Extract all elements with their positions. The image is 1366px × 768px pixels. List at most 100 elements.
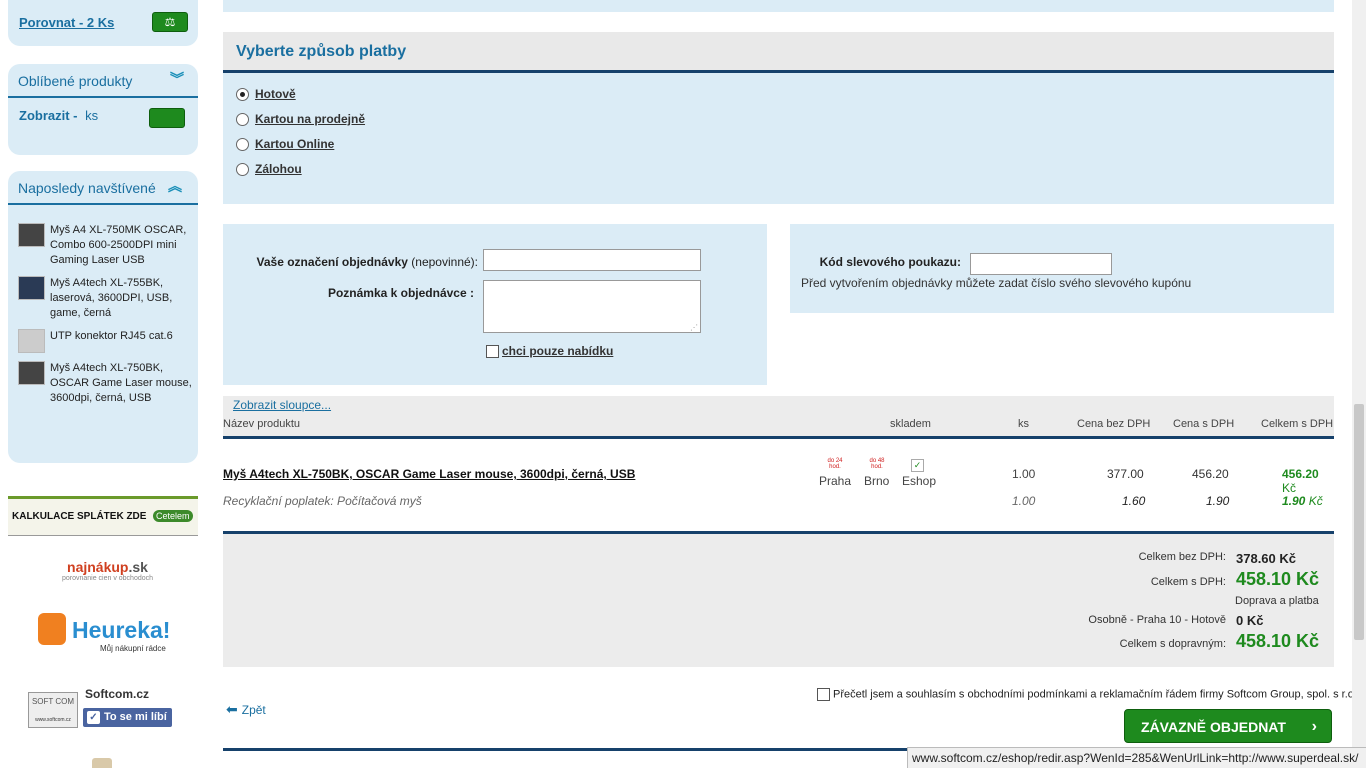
radio[interactable] — [236, 138, 249, 152]
radio-selected[interactable] — [236, 88, 249, 102]
recent-item-label: Myš A4 XL-750MK OSCAR, Combo 600-2500DPI… — [50, 224, 187, 266]
resize-handle-icon[interactable]: ⋰ — [690, 323, 698, 332]
product-qty: 1.00 — [1012, 467, 1036, 481]
payment-option-label[interactable]: Zálohou — [255, 162, 302, 176]
payment-option-zaloha[interactable]: Zálohou — [236, 162, 302, 182]
col-qty: ks — [1018, 418, 1029, 430]
product-total: 456.20 Kč — [1282, 467, 1319, 495]
recent-item-label: Myš A4tech XL-750BK, OSCAR Game Laser mo… — [50, 362, 192, 404]
heureka-mascot-icon — [38, 613, 66, 645]
col-price-ex: Cena bez DPH — [1077, 418, 1151, 430]
show-columns-link[interactable]: Zobrazit sloupce... — [233, 398, 331, 412]
shipping-label: Osobně - Praha 10 - Hotově — [1088, 614, 1226, 626]
recycling-total: 1.90 Kč — [1282, 494, 1323, 508]
favorites-count-unit: ks — [85, 108, 99, 123]
payment-option-karta-prodejna[interactable]: Kartou na prodejně — [236, 112, 365, 132]
product-name-link[interactable]: Myš A4tech XL-750BK, OSCAR Game Laser mo… — [223, 467, 635, 481]
scrollbar-thumb[interactable] — [1354, 404, 1364, 640]
chevron-right-icon: › — [1311, 718, 1317, 735]
like-button[interactable]: ✓ To se mi líbí — [83, 708, 172, 727]
shipping-value: 0 Kč — [1236, 613, 1264, 628]
favorites-header[interactable]: Oblíbené produkty ︾ — [8, 64, 198, 98]
agree-checkbox[interactable] — [817, 688, 830, 701]
compare-link[interactable]: Porovnat - 2 Ks — [19, 15, 114, 30]
product-thumbnail — [18, 276, 45, 300]
najnakup-logo: najnákup — [67, 559, 129, 575]
offer-only-row[interactable]: chci pouze nabídku — [486, 344, 613, 359]
payment-option-hotove[interactable]: Hotově — [236, 87, 296, 107]
najnakup-tld: .sk — [128, 559, 148, 575]
radio[interactable] — [236, 163, 249, 177]
total-ex-label: Celkem bez DPH: — [1138, 551, 1226, 563]
agree-row[interactable]: Přečetl jsem a souhlasím s obchodními po… — [817, 688, 1357, 701]
payment-option-label[interactable]: Kartou Online — [255, 137, 334, 151]
coupon-input[interactable] — [970, 253, 1112, 275]
product-thumbnail — [18, 361, 45, 385]
top-panel-bottom — [223, 0, 1334, 12]
softcom-logo-url: www.softcom.cz — [35, 717, 71, 723]
order-totals: Celkem bez DPH: 378.60 Kč Celkem s DPH: … — [223, 531, 1334, 667]
table-row: Myš A4tech XL-750BK, OSCAR Game Laser mo… — [223, 452, 1334, 495]
favorites-box: Oblíbené produkty ︾ Zobrazit - ks — [8, 64, 198, 155]
favorites-show-link[interactable]: Zobrazit - — [19, 108, 78, 123]
recycling-qty: 1.00 — [1012, 494, 1036, 508]
coupon-label: Kód slevového poukazu: — [819, 255, 961, 269]
table-row: Recyklační poplatek: Počítačová myš 1.00… — [223, 492, 1334, 514]
payment-title: Vyberte způsob platby — [223, 32, 1334, 73]
grand-total-label: Celkem s dopravným: — [1119, 638, 1226, 650]
designation-input[interactable] — [483, 249, 701, 271]
back-link[interactable]: ⬅ Zpět — [226, 701, 266, 718]
recent-box: Naposledy navštívené ︽ Myš A4 XL-750MK O… — [8, 171, 198, 463]
najnakup-banner[interactable]: najnákup.sk porovnanie cien v obchodoch — [50, 559, 165, 589]
offer-only-checkbox[interactable] — [486, 345, 499, 359]
offer-only-label[interactable]: chci pouze nabídku — [502, 344, 613, 358]
coupon-hint: Před vytvořením objednávky můžete zadat … — [801, 276, 1192, 290]
compare-box: Porovnat - 2 Ks ⚖ — [8, 0, 198, 46]
heureka-logo: Heureka! — [72, 617, 171, 643]
designation-label: Vaše označení objednávky (nepovinné): — [256, 255, 478, 269]
order-button-label: ZÁVAZNĚ OBJEDNAT — [1141, 719, 1286, 735]
arrow-left-icon: ⬅ — [226, 701, 238, 717]
recycling-price-ex: 1.60 — [1122, 494, 1146, 508]
like-label: To se mi líbí — [104, 711, 167, 723]
chevron-up-icon[interactable]: ︽ — [168, 171, 182, 201]
heureka-subtitle: Můj nákupní rádce — [100, 644, 166, 653]
stock-badge-praha: do 24 hod. — [827, 458, 843, 470]
stock-badge-brno: do 48 hod. — [869, 458, 885, 470]
banner-partial-icon — [92, 758, 112, 768]
product-price-ex: 377.00 — [1107, 467, 1144, 481]
radio[interactable] — [236, 113, 249, 127]
softcom-logo-letters: SOFT COM — [31, 697, 75, 706]
recent-item[interactable]: Myš A4tech XL-755BK, laserová, 3600DPI, … — [18, 276, 193, 321]
recent-header[interactable]: Naposledy navštívené ︽ — [8, 171, 198, 205]
shipping-heading: Doprava a platba — [1235, 595, 1319, 607]
note-textarea[interactable]: ⋰ — [483, 280, 701, 333]
softcom-banner[interactable]: SOFT COM www.softcom.cz Softcom.cz ✓ To s… — [28, 686, 178, 730]
stock-praha: Praha — [819, 474, 852, 488]
col-name: Název produktu — [223, 418, 301, 430]
stock-eshop: Eshop — [902, 474, 937, 488]
recent-item[interactable]: Myš A4 XL-750MK OSCAR, Combo 600-2500DPI… — [18, 223, 193, 268]
recent-item[interactable]: UTP konektor RJ45 cat.6 — [18, 329, 193, 353]
col-total: Celkem s DPH — [1261, 418, 1334, 430]
heureka-banner[interactable]: Heureka! Můj nákupní rádce — [36, 611, 181, 657]
chevron-down-icon[interactable]: ︾ — [170, 64, 184, 94]
recent-item-label: Myš A4tech XL-755BK, laserová, 3600DPI, … — [50, 277, 173, 319]
favorites-title: Oblíbené produkty — [18, 73, 133, 89]
payment-option-label[interactable]: Kartou na prodejně — [255, 112, 365, 126]
softcom-logo: SOFT COM www.softcom.cz — [28, 692, 78, 728]
kalkulace-text: KALKULACE SPLÁTEK ZDE — [12, 511, 147, 522]
payment-option-karta-online[interactable]: Kartou Online — [236, 137, 334, 157]
scrollbar[interactable] — [1352, 0, 1366, 768]
recent-item[interactable]: Myš A4tech XL-750BK, OSCAR Game Laser mo… — [18, 361, 193, 406]
recycling-price-inc: 1.90 — [1206, 494, 1230, 508]
compare-button[interactable]: ⚖ — [152, 12, 188, 32]
kalkulace-banner[interactable]: KALKULACE SPLÁTEK ZDE Cetelem — [8, 496, 198, 536]
favorites-button[interactable] — [149, 108, 185, 128]
order-button[interactable]: ZÁVAZNĚ OBJEDNAT › — [1124, 709, 1332, 743]
thumbs-up-icon: ✓ — [87, 710, 100, 724]
recent-title: Naposledy navštívené — [18, 180, 156, 196]
payment-option-label[interactable]: Hotově — [255, 87, 296, 101]
col-price-inc: Cena s DPH — [1173, 418, 1235, 430]
note-label: Poznámka k objednávce : — [327, 286, 474, 300]
